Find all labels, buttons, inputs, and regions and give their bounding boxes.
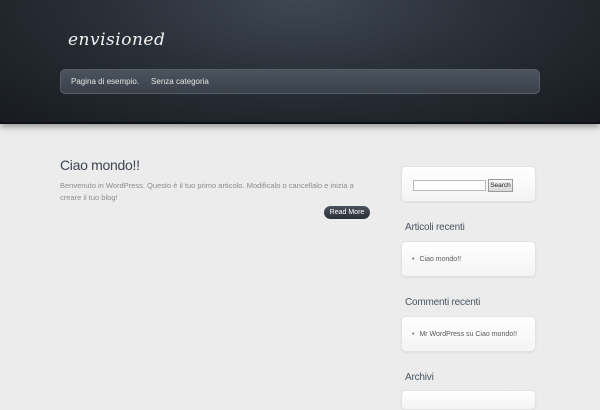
recent-posts-list: Ciao mondo!!	[412, 256, 461, 263]
nav-item-sample-page[interactable]: Pagina di esempio.	[71, 77, 139, 86]
recent-comments-list: Mr WordPress su Ciao mondo!!	[412, 331, 517, 338]
search-widget: Search	[401, 166, 536, 202]
site-header: envisioned Pagina di esempio. Senza cate…	[0, 0, 600, 124]
recent-post-link[interactable]: Ciao mondo!!	[419, 256, 461, 263]
recent-posts-title: Articoli recenti	[405, 222, 465, 233]
list-item: Mr WordPress su Ciao mondo!!	[412, 331, 517, 338]
nav-item-uncategorized[interactable]: Senza categoria	[151, 77, 209, 86]
search-input[interactable]	[413, 180, 486, 191]
comment-connector: su	[466, 331, 474, 338]
recent-comments-title: Commenti recenti	[405, 297, 481, 308]
main-nav: Pagina di esempio. Senza categoria	[60, 69, 540, 94]
site-logo[interactable]: envisioned	[68, 30, 165, 50]
recent-comments-widget: Mr WordPress su Ciao mondo!!	[401, 316, 536, 352]
archives-widget	[401, 390, 536, 410]
comment-author-link[interactable]: Mr WordPress	[419, 331, 464, 338]
recent-posts-widget: Ciao mondo!!	[401, 241, 536, 277]
post-excerpt: Benvenuto in WordPress. Questo è il tuo …	[60, 181, 354, 202]
list-item: Ciao mondo!!	[412, 256, 461, 263]
comment-post-link[interactable]: Ciao mondo!!	[475, 331, 517, 338]
read-more-button[interactable]: Read More	[324, 206, 370, 219]
post-title[interactable]: Ciao mondo!!	[60, 157, 140, 173]
search-button[interactable]: Search	[488, 179, 513, 192]
archives-title: Archivi	[405, 372, 434, 383]
